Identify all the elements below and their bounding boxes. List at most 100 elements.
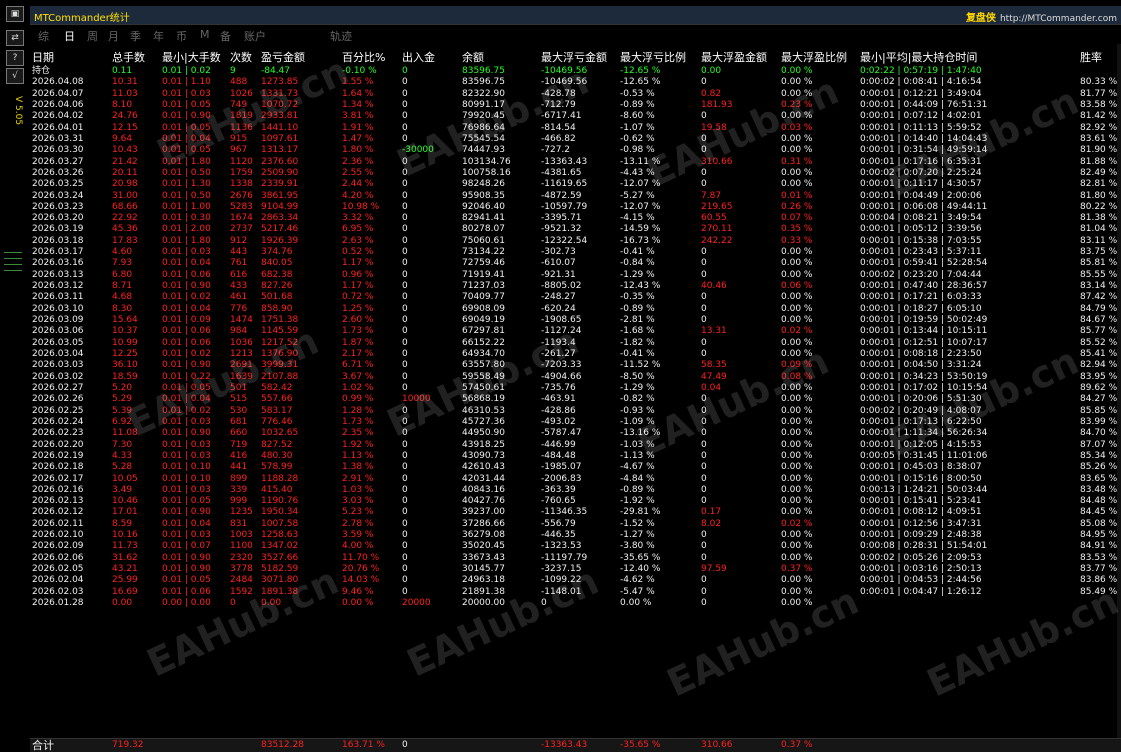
- table-row[interactable]: 2026.03.06 10.37 0.01 | 0.06 984 1145.59 1.73…: [32, 326, 1121, 337]
- tab-8[interactable]: 备: [220, 28, 231, 44]
- table-row[interactable]: 2026.02.18 5.28 0.01 | 0.10 441 578.99 1.38 %…: [32, 462, 1121, 473]
- tab-4[interactable]: 季: [130, 28, 141, 44]
- table-row[interactable]: 2026.03.31 9.64 0.01 | 0.04 915 1097.61 1.47 …: [32, 134, 1121, 145]
- cell-8: -4381.65: [541, 167, 582, 178]
- cell-7: 37286.66: [462, 518, 505, 529]
- table-row[interactable]: 2026.04.06 8.10 0.01 | 0.05 749 1070.72 1.34 …: [32, 100, 1121, 111]
- table-row[interactable]: 2026.02.26 5.29 0.01 | 0.04 515 557.66 0.99 %…: [32, 394, 1121, 405]
- tab-0[interactable]: 综: [38, 28, 49, 44]
- column-header[interactable]: 次数: [230, 49, 252, 65]
- table-row[interactable]: 2026.02.04 25.99 0.01 | 0.05 2484 3071.80 14.…: [32, 575, 1121, 586]
- table-row[interactable]: 2026.02.05 43.21 0.01 | 0.90 3778 5182.59 20.…: [32, 564, 1121, 575]
- table-row[interactable]: 2026.01.28 0.00 0.00 | 0.00 0 0.00 0.00 % 2000…: [32, 598, 1121, 609]
- table-row[interactable]: 2026.03.02 18.59 0.01 | 0.22 1639 2107.88 3.6…: [32, 372, 1121, 383]
- cell-5: 1.03 %: [342, 484, 374, 495]
- tab-9[interactable]: 账户: [244, 28, 266, 44]
- column-header[interactable]: 最大浮亏比例: [620, 49, 686, 65]
- column-header[interactable]: 余额: [462, 49, 484, 65]
- table-row[interactable]: 2026.02.10 10.16 0.01 | 0.03 1003 1258.63 3.5…: [32, 530, 1121, 541]
- export-icon[interactable]: ⇄: [6, 30, 24, 46]
- help-button[interactable]: ?: [6, 50, 24, 66]
- table-row[interactable]: 2026.03.23 68.66 0.01 | 1.00 5283 9104.99 10.…: [32, 202, 1121, 213]
- scrollbar[interactable]: [1117, 44, 1121, 738]
- table-row[interactable]: 2026.03.16 7.93 0.01 | 0.04 761 840.05 1.17 %…: [32, 258, 1121, 269]
- table-row[interactable]: 2026.03.09 15.64 0.01 | 0.09 1474 1751.38 2.6…: [32, 315, 1121, 326]
- tab-7[interactable]: M: [200, 28, 210, 41]
- cell-4: -84.47: [261, 66, 291, 76]
- column-header[interactable]: 最小|平均|最大持仓时间: [860, 49, 977, 65]
- table-row[interactable]: 2026.02.09 11.73 0.01 | 0.07 1100 1347.02 4.0…: [32, 541, 1121, 552]
- column-header[interactable]: 最小|大手数: [162, 49, 221, 65]
- tab-3[interactable]: 月: [108, 28, 119, 44]
- table-row[interactable]: 2026.02.25 5.39 0.01 | 0.02 530 583.17 1.28 %…: [32, 406, 1121, 417]
- table-row[interactable]: 2026.03.13 6.80 0.01 | 0.06 616 682.38 0.96 %…: [32, 270, 1121, 281]
- table-row[interactable]: 2026.03.12 8.71 0.01 | 0.90 433 827.26 1.17 %…: [32, 281, 1121, 292]
- table-row[interactable]: 2026.02.12 17.01 0.01 | 0.90 1235 1950.34 5.2…: [32, 507, 1121, 518]
- table-row[interactable]: 2026.03.05 10.99 0.01 | 0.06 1036 1217.52 1.8…: [32, 338, 1121, 349]
- tab-1[interactable]: 日: [64, 28, 75, 44]
- table-row[interactable]: 2026.03.24 31.00 0.01 | 0.50 2676 3861.95 4.2…: [32, 191, 1121, 202]
- table-row[interactable]: 2026.04.01 12.15 0.01 | 0.05 1136 1441.10 1.9…: [32, 123, 1121, 134]
- table-row[interactable]: 2026.03.19 45.36 0.01 | 2.00 2737 5217.46 6.9…: [32, 224, 1121, 235]
- cell-4: 1070.72: [261, 99, 299, 110]
- table-row[interactable]: 2026.04.02 24.76 0.01 | 0.90 1819 2933.81 3.8…: [32, 111, 1121, 122]
- cell-13: 85.49 %: [1080, 586, 1118, 597]
- cell-2: 0.01 | 0.90: [162, 552, 211, 563]
- cell-12: 0:00:01 | 0:45:03 | 8:38:07: [860, 462, 982, 473]
- table-row[interactable]: 2026.02.27 5.20 0.01 | 0.05 501 582.42 1.02 %…: [32, 383, 1121, 394]
- brand-url[interactable]: http://MTCommander.com: [1000, 14, 1117, 24]
- table-row[interactable]: 2026.02.20 7.30 0.01 | 0.03 719 827.52 1.92 %…: [32, 440, 1121, 451]
- column-header[interactable]: 盈亏金额: [261, 49, 305, 65]
- window-icon[interactable]: ▣: [6, 6, 24, 22]
- cell-10: 0.04: [701, 382, 722, 393]
- column-header[interactable]: 总手数: [112, 49, 145, 65]
- table-row[interactable]: 2026.03.18 17.83 0.01 | 1.80 912 1926.39 2.63…: [32, 236, 1121, 247]
- confirm-button[interactable]: √: [6, 68, 24, 84]
- cell-0: 2026.03.12: [32, 281, 84, 292]
- table-row[interactable]: 2026.03.30 10.43 0.01 | 0.05 967 1313.17 1.80…: [32, 145, 1121, 156]
- table-row[interactable]: 2026.02.24 6.92 0.01 | 0.03 681 776.46 1.73 %…: [32, 417, 1121, 428]
- table-row[interactable]: 2026.02.03 16.69 0.01 | 0.06 1592 1891.38 9.4…: [32, 587, 1121, 598]
- cell-13: 84.45 %: [1080, 507, 1118, 518]
- column-header[interactable]: 最大浮亏金额: [541, 49, 607, 65]
- tab-10[interactable]: 轨迹: [330, 28, 352, 44]
- table-row[interactable]: 2026.04.08 10.31 0.01 | 1.10 488 1273.85 1.55…: [32, 77, 1121, 88]
- table-row[interactable]: 2026.02.06 31.62 0.01 | 0.90 2320 3527.66 11.…: [32, 553, 1121, 564]
- table-row[interactable]: 2026.04.07 11.03 0.01 | 0.03 1026 1331.73 1.6…: [32, 89, 1121, 100]
- table-row[interactable]: 2026.03.11 4.68 0.01 | 0.02 461 501.68 0.72 %…: [32, 292, 1121, 303]
- table-row[interactable]: 2026.02.11 8.59 0.01 | 0.04 831 1007.58 2.78 …: [32, 519, 1121, 530]
- tab-2[interactable]: 周: [87, 28, 98, 44]
- column-header[interactable]: 百分比%: [342, 49, 385, 65]
- table-row[interactable]: 2026.02.17 10.05 0.01 | 0.10 899 1188.28 2.91…: [32, 474, 1121, 485]
- cell-13: 80.22 %: [1080, 201, 1118, 212]
- tab-5[interactable]: 年: [153, 28, 164, 44]
- table-row[interactable]: 2026.02.19 4.33 0.01 | 0.03 416 480.30 1.13 %…: [32, 451, 1121, 462]
- column-header[interactable]: 日期: [32, 49, 54, 65]
- table-row[interactable]: 2026.03.04 12.25 0.01 | 0.02 1213 1376.90 2.1…: [32, 349, 1121, 360]
- table-row[interactable]: 2026.02.16 3.49 0.01 | 0.03 339 415.40 1.03 %…: [32, 485, 1121, 496]
- cell-9: -0.41 %: [620, 247, 655, 258]
- table-row[interactable]: 2026.03.10 8.30 0.01 | 0.04 776 858.90 1.25 %…: [32, 304, 1121, 315]
- table-row[interactable]: 2026.03.03 36.10 0.01 | 0.90 2691 3999.31 6.7…: [32, 360, 1121, 371]
- column-header[interactable]: 出入金: [402, 49, 435, 65]
- holding-row[interactable]: 持仓 0.11 0.01 | 0.02 9 -84.47 -0.10 % 0 83596.75…: [32, 66, 1121, 77]
- cell-9: -14.59 %: [620, 224, 661, 235]
- brand[interactable]: 复盘侠 http://MTCommander.com: [966, 9, 1117, 24]
- table-row[interactable]: 2026.03.20 22.92 0.01 | 0.30 1674 2863.34 3.3…: [32, 213, 1121, 224]
- cell-6: 0: [402, 552, 408, 563]
- tab-6[interactable]: 币: [176, 28, 187, 44]
- column-header[interactable]: 胜率: [1080, 49, 1102, 65]
- table-row[interactable]: 2026.02.13 10.46 0.01 | 0.05 999 1190.76 3.03…: [32, 496, 1121, 507]
- cell-9: -0.93 %: [620, 405, 655, 416]
- table-row[interactable]: 2026.03.25 20.98 0.01 | 1.30 1338 2339.91 2.4…: [32, 179, 1121, 190]
- cell-9: -0.84 %: [620, 258, 655, 269]
- cell-11: 0.00 %: [781, 598, 813, 609]
- table-row[interactable]: 2026.02.23 11.08 0.01 | 0.90 660 1032.65 2.35…: [32, 428, 1121, 439]
- cell-2: 0.01 | 0.03: [162, 450, 211, 461]
- column-header[interactable]: 最大浮盈金额: [701, 49, 767, 65]
- column-header[interactable]: 最大浮盈比例: [781, 49, 847, 65]
- table-row[interactable]: 2026.03.26 20.11 0.01 | 0.50 1759 2509.90 2.5…: [32, 168, 1121, 179]
- table-row[interactable]: 2026.03.17 4.60 0.01 | 0.03 443 374.76 0.52 %…: [32, 247, 1121, 258]
- table-row[interactable]: 2026.03.27 21.42 0.01 | 1.80 1120 2376.60 2.3…: [32, 157, 1121, 168]
- cell-3: 9: [230, 66, 236, 76]
